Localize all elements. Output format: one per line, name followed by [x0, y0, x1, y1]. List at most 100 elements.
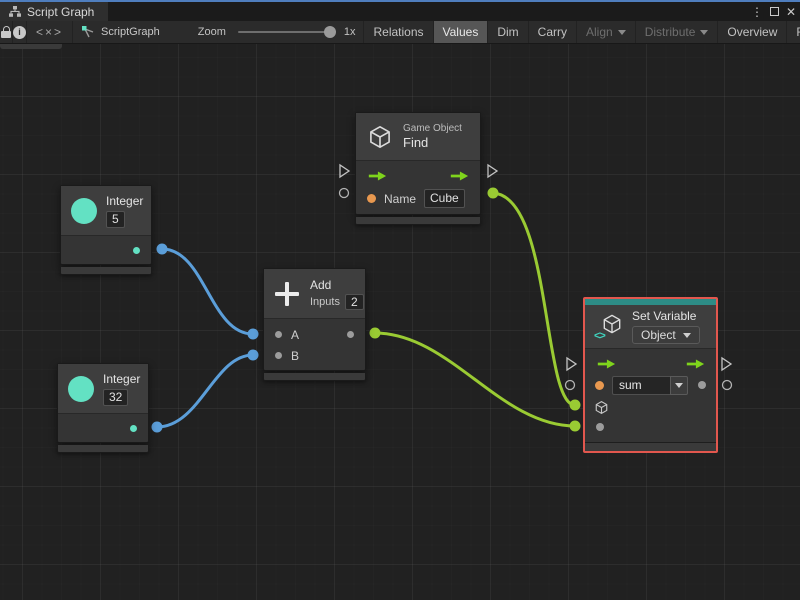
window-menu-icon[interactable]: ⋮ [751, 6, 763, 18]
node-integer-1[interactable]: Integer 5 [60, 185, 152, 275]
code-preview-button[interactable]: <×> [27, 21, 74, 43]
info-icon: i [13, 25, 26, 39]
input-a-port-indicator[interactable] [275, 331, 282, 338]
port-setvariable-value-output[interactable] [721, 379, 733, 391]
name-value-input[interactable]: Cube [424, 189, 465, 208]
node-footer [60, 267, 152, 275]
port-setvariable-object-input[interactable] [569, 399, 581, 411]
node-add[interactable]: Add Inputs 2 A B [263, 268, 366, 381]
port-integer2-output[interactable] [151, 421, 163, 433]
variable-name-value[interactable]: sum [612, 375, 670, 395]
values-button[interactable]: Values [433, 21, 489, 43]
align-label: Align [586, 25, 613, 39]
wire-add-to-setvariable-value[interactable] [374, 331, 576, 428]
chevron-down-icon [682, 332, 691, 338]
node-footer [355, 217, 481, 225]
distribute-label: Distribute [644, 25, 696, 39]
info-button[interactable]: i [13, 21, 27, 43]
scope-label: Object [641, 328, 676, 342]
script-graph-window: Script Graph ⋮ ✕ i <×> ScriptGraph Zoom [0, 0, 800, 600]
port-find-name-input[interactable] [338, 187, 350, 199]
output-port-indicator[interactable] [130, 424, 137, 432]
node-title: Integer [103, 371, 141, 386]
chevron-down-icon [700, 29, 709, 35]
align-button[interactable]: Align [577, 21, 636, 43]
variable-name-dropdown-button[interactable] [670, 375, 688, 395]
overview-button[interactable]: Overview [718, 21, 788, 43]
wire-integer2-to-add-b[interactable] [156, 353, 254, 429]
variable-name-combo[interactable]: sum [612, 375, 688, 395]
value-output-indicator[interactable] [698, 381, 706, 389]
graph-name-label: ScriptGraph [101, 26, 160, 38]
port-add-input-b[interactable] [247, 349, 259, 361]
node-title: Integer [106, 193, 144, 208]
port-setvariable-name-input[interactable] [564, 379, 576, 391]
lock-button[interactable] [0, 21, 13, 43]
port-add-input-a[interactable] [247, 328, 259, 340]
port-integer1-output[interactable] [156, 243, 168, 255]
distribute-button[interactable]: Distribute [636, 21, 719, 43]
tab-bar: Script Graph ⋮ ✕ [0, 2, 800, 21]
name-port-indicator[interactable] [367, 194, 376, 203]
port-setvariable-flow-in[interactable] [566, 356, 578, 372]
node-set-variable[interactable]: <> Set Variable Object sum [583, 297, 718, 453]
chevron-down-icon [675, 382, 683, 388]
maximize-icon[interactable] [769, 7, 779, 16]
gameobject-cube-icon [370, 125, 390, 148]
node-title: Find [403, 135, 429, 150]
dim-button[interactable]: Dim [488, 21, 529, 43]
name-label: Name [384, 191, 417, 206]
input-b-port-indicator[interactable] [275, 352, 282, 359]
wire-integer1-to-add-a[interactable] [161, 247, 254, 336]
variable-scope-dropdown[interactable]: Object [632, 326, 700, 344]
zoom-label: Zoom [197, 26, 226, 38]
port-setvariable-flow-out[interactable] [721, 356, 733, 372]
output-port-indicator[interactable] [347, 331, 354, 338]
node-footer [57, 445, 149, 453]
integer-type-icon [71, 197, 97, 224]
value-input-indicator[interactable] [596, 423, 604, 431]
flow-out-arrow-icon[interactable] [449, 170, 469, 182]
lock-icon [0, 26, 12, 38]
flow-in-arrow-icon[interactable] [367, 170, 387, 182]
graph-canvas[interactable]: Integer 5 Integer 32 Add Inputs 2 A B Ga… [0, 44, 800, 600]
toolbar-middle: ScriptGraph Zoom 1x [73, 21, 365, 43]
variable-name-port-indicator[interactable] [595, 380, 604, 390]
relations-button[interactable]: Relations [364, 21, 434, 43]
tab-title: Script Graph [27, 4, 95, 19]
node-category: Game Object [403, 123, 462, 134]
flow-in-arrow-icon[interactable] [596, 358, 616, 370]
port-find-gameobject-output[interactable] [487, 187, 499, 199]
integer-value-input[interactable]: 5 [106, 210, 125, 228]
graph-toolbar: i <×> ScriptGraph Zoom 1x Relations Valu… [0, 21, 800, 44]
integer-type-icon [68, 375, 94, 402]
port-b-label: B [291, 348, 300, 363]
output-port-indicator[interactable] [133, 246, 140, 254]
node-footer [263, 373, 366, 381]
object-input-cube-icon[interactable] [594, 400, 609, 415]
tab-script-graph[interactable]: Script Graph [0, 2, 109, 21]
code-brackets-icon: <> [594, 330, 606, 342]
port-a-label: A [291, 327, 300, 342]
wire-find-to-setvariable-object[interactable] [492, 191, 576, 407]
chevron-down-icon [617, 29, 626, 35]
node-title: Set Variable [632, 309, 697, 323]
zoom-slider[interactable] [237, 26, 336, 38]
flow-out-arrow-icon[interactable] [685, 358, 705, 370]
port-setvariable-value-input[interactable] [569, 420, 581, 432]
close-icon[interactable]: ✕ [786, 6, 796, 18]
inputs-count-input[interactable]: 2 [344, 293, 364, 310]
port-find-flow-out[interactable] [487, 163, 499, 179]
graph-hierarchy-icon [9, 6, 21, 17]
add-icon [275, 281, 299, 306]
fullscreen-button[interactable]: Full Screen [787, 21, 800, 43]
node-integer-2[interactable]: Integer 32 [57, 363, 149, 453]
script-graph-icon [82, 26, 94, 38]
carry-button[interactable]: Carry [529, 21, 577, 43]
zoom-slider-handle[interactable] [323, 26, 336, 38]
inputs-label: Inputs [310, 295, 340, 308]
integer-value-input[interactable]: 32 [103, 388, 129, 406]
port-add-output[interactable] [369, 327, 381, 339]
port-find-flow-in[interactable] [339, 163, 351, 179]
node-gameobject-find[interactable]: Game Object Find Name Cube [355, 112, 481, 225]
